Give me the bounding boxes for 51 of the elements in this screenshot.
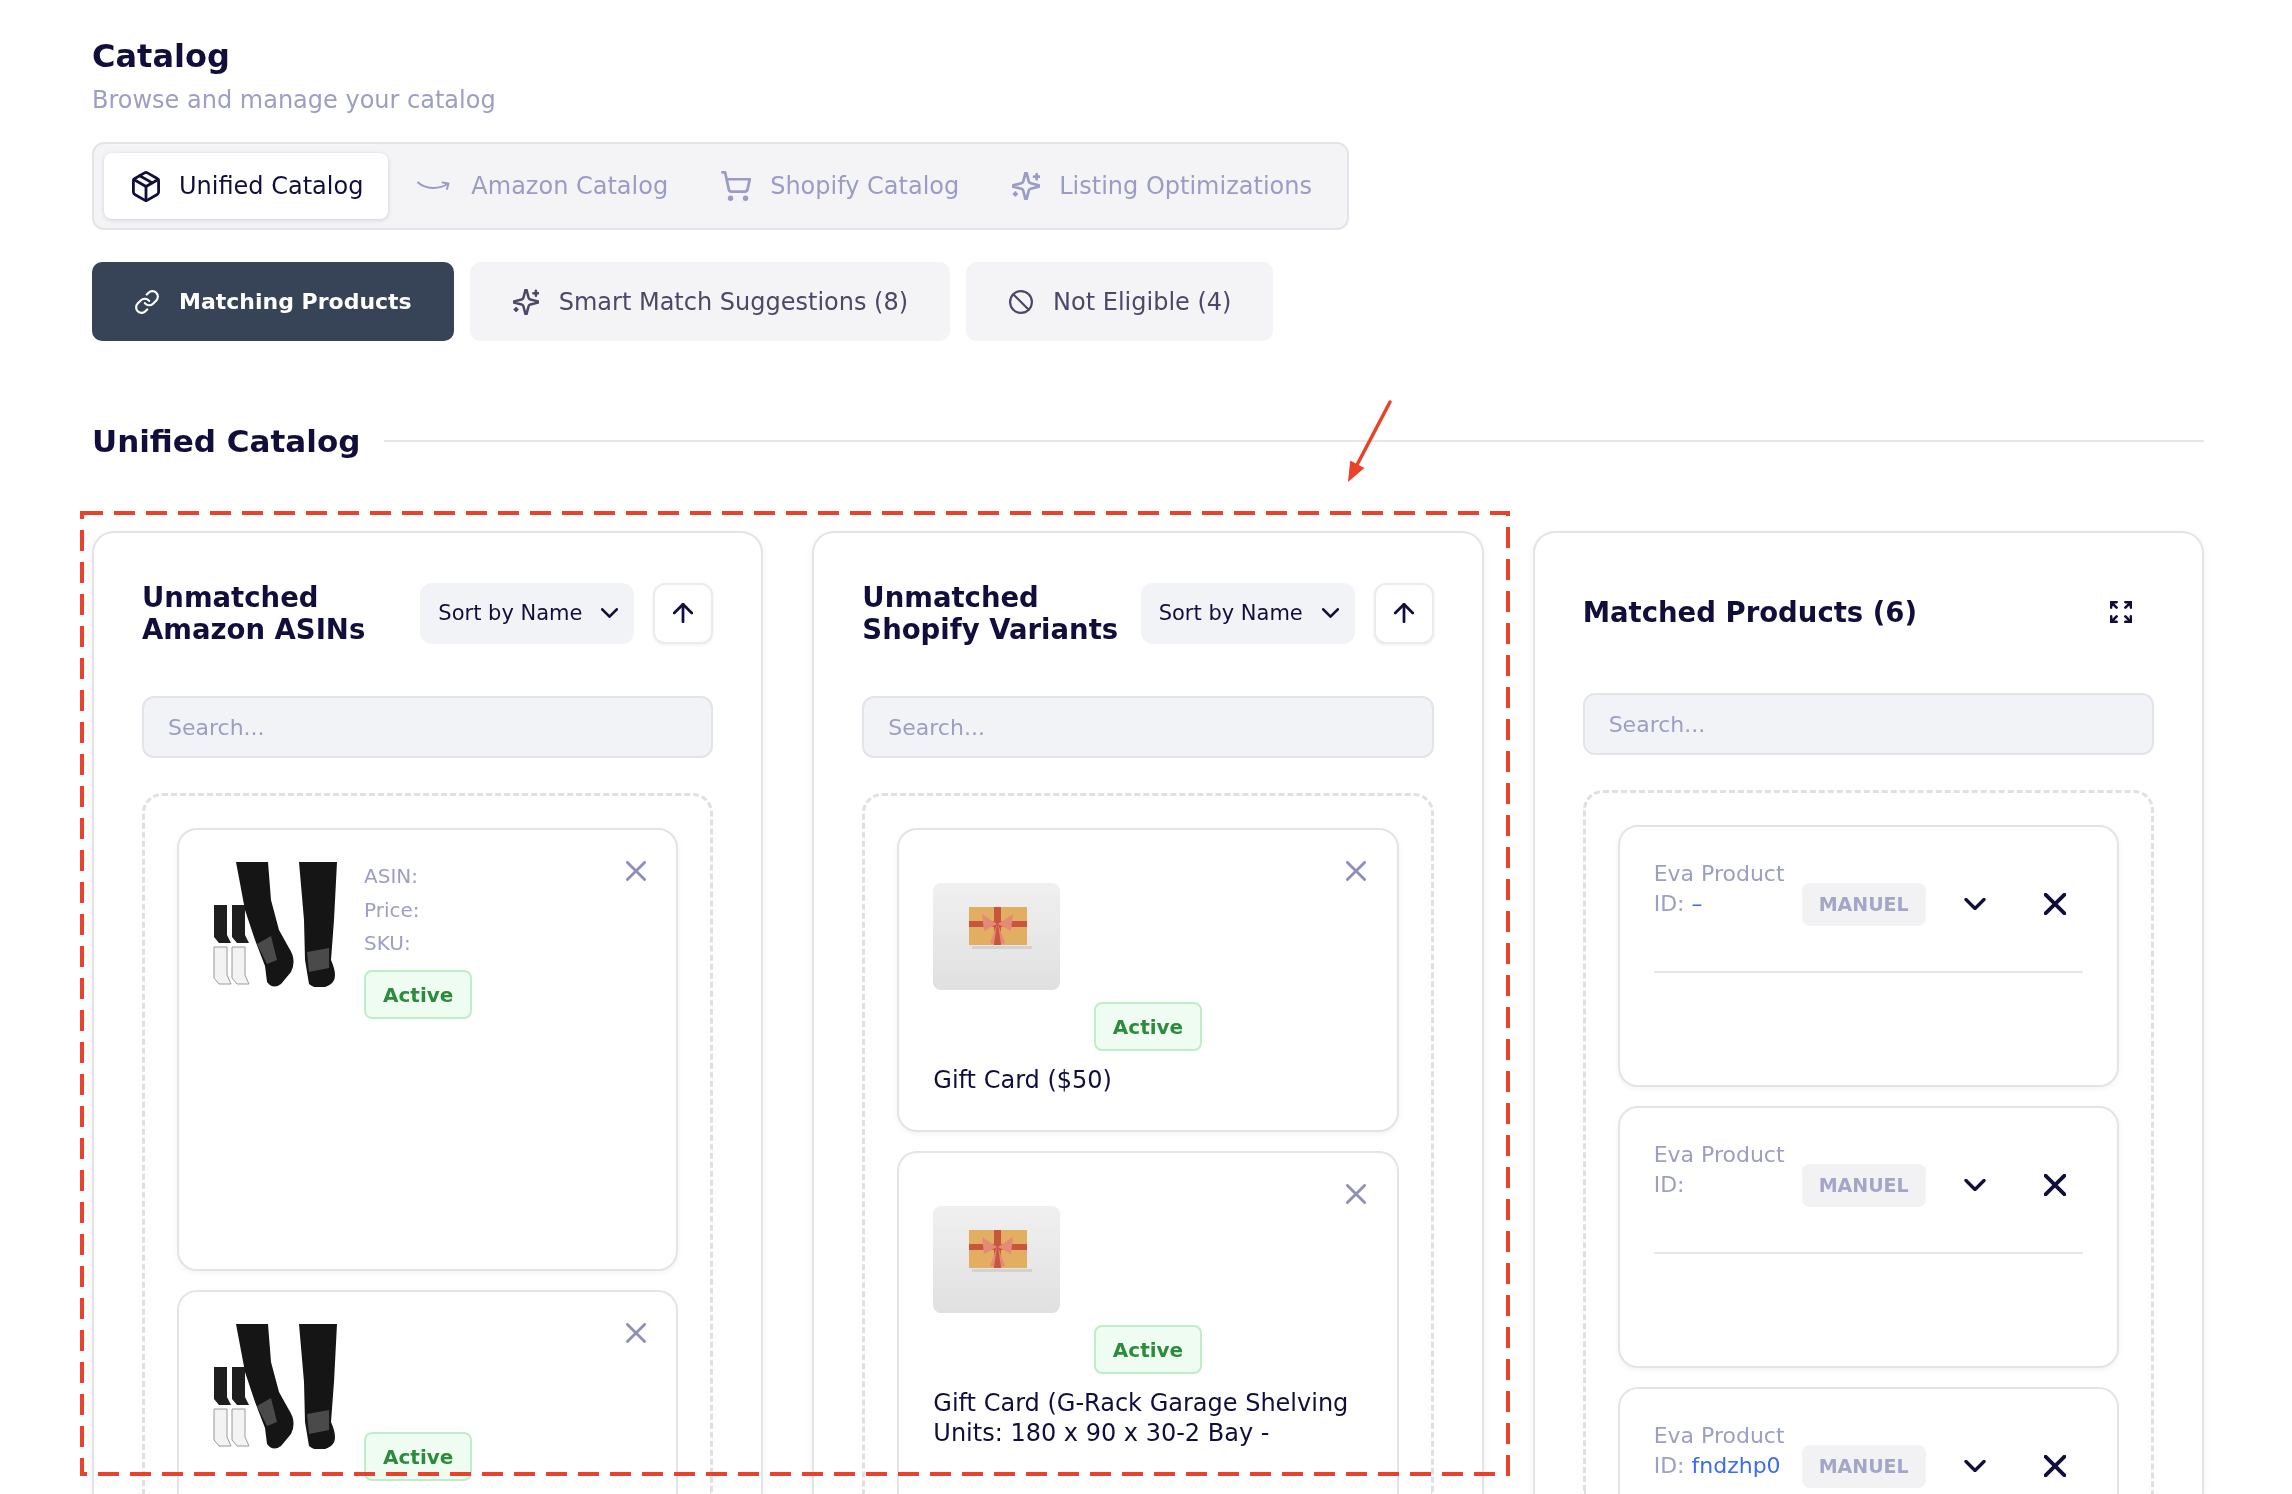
- close-icon: [1345, 861, 1366, 881]
- sparkle-icon: [512, 288, 539, 315]
- page-subtitle: Browse and manage your catalog: [92, 85, 497, 116]
- sort-direction-button[interactable]: [1373, 582, 1434, 644]
- close-icon: [626, 861, 647, 881]
- tab[interactable]: Unified Catalog: [104, 153, 389, 219]
- close-icon: [2043, 1455, 2066, 1477]
- chevron-down-icon: [1321, 608, 1339, 618]
- status-badge: Active: [364, 1432, 473, 1481]
- product-id: ID:: [1653, 1171, 1686, 1199]
- sparkle-icon: [1012, 172, 1041, 200]
- panel-title: Unmatched Amazon ASINs: [142, 581, 367, 645]
- close-icon: [2043, 893, 2066, 915]
- product-name: Gift Card ($50): [933, 1065, 1113, 1095]
- view-button[interactable]: Smart Match Suggestions (8): [469, 262, 951, 341]
- panel-title: Matched Products (6): [1582, 595, 1919, 628]
- status-badge: Active: [1093, 1325, 1203, 1374]
- cube-icon: [132, 170, 160, 202]
- cart-icon: [721, 171, 752, 201]
- status-badge: Active: [364, 970, 473, 1019]
- section-title: Unified Catalog: [92, 422, 361, 461]
- close-icon: [2043, 1174, 2066, 1196]
- product-name: Gift Card (G-Rack Garage Shelving Units: 180 x 90 x 30-2 Bay -: [933, 1388, 1350, 1448]
- sort-select[interactable]: Sort by Name: [420, 582, 635, 644]
- product-id: ID: –: [1653, 890, 1704, 918]
- link-icon: [135, 289, 159, 314]
- view-button[interactable]: Matching Products: [92, 262, 454, 341]
- search-field[interactable]: Search...: [862, 696, 1434, 758]
- source-badge: MANUEL: [1801, 1163, 1926, 1207]
- page-title: Catalog: [92, 36, 231, 76]
- field-label: ASIN:: [364, 863, 419, 890]
- search-field[interactable]: Search...: [142, 696, 714, 758]
- panel-title: Unmatched Shopify Variants: [862, 581, 1120, 645]
- field-label: Price:: [364, 896, 421, 924]
- product-label: Eva Product: [1653, 1141, 1786, 1169]
- status-badge: Active: [1093, 1002, 1203, 1051]
- sort-select[interactable]: Sort by Name: [1140, 582, 1355, 644]
- close-icon: [1345, 1184, 1366, 1204]
- product-label: Eva Product: [1653, 860, 1786, 888]
- product-label: Eva Product: [1653, 1422, 1786, 1450]
- sort-direction-button[interactable]: [653, 582, 714, 644]
- search-field[interactable]: Search...: [1582, 693, 2154, 755]
- source-badge: MANUEL: [1801, 1444, 1926, 1488]
- view-button[interactable]: Not Eligible (4): [966, 262, 1274, 341]
- field-label: SKU:: [364, 930, 412, 957]
- product-id: ID: fndzhp0: [1653, 1452, 1782, 1480]
- chevron-down-icon: [601, 608, 619, 618]
- prohibited-icon: [1009, 289, 1034, 314]
- expand-icon: [2110, 600, 2132, 623]
- source-badge: MANUEL: [1801, 882, 1926, 926]
- close-icon: [626, 1323, 647, 1343]
